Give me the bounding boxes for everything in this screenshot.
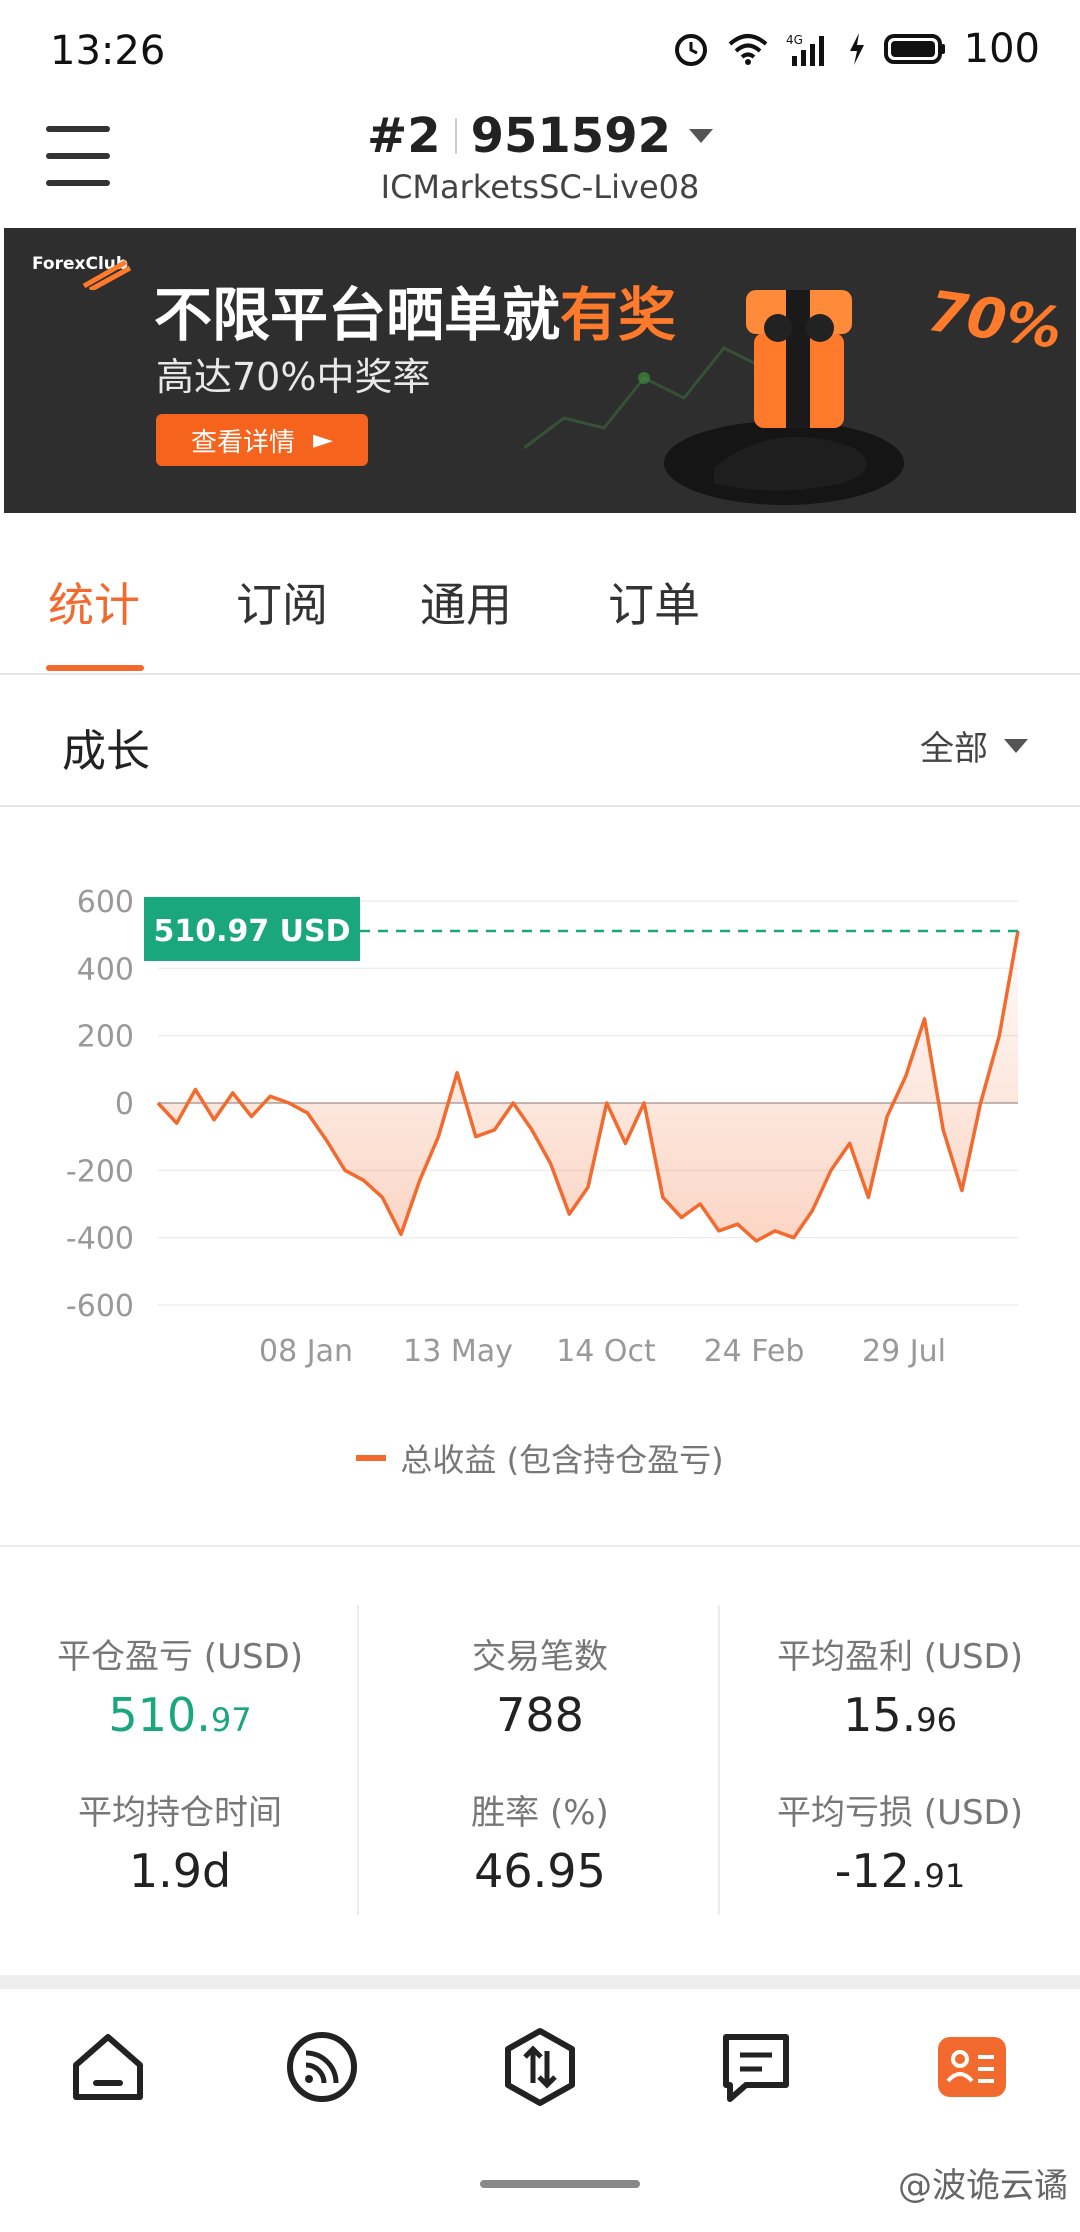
wifi-icon xyxy=(728,34,767,65)
y-tick-label: 600 xyxy=(77,885,134,920)
nav-trade[interactable] xyxy=(500,2027,580,2107)
nav-feed[interactable] xyxy=(282,2027,362,2107)
value-marker-label: 510.97 USD xyxy=(153,914,350,949)
y-tick-label: 0 xyxy=(115,1087,134,1122)
y-tick-label: -200 xyxy=(66,1154,134,1189)
growth-chart: 600 400 200 0 -200 -400 -600 08 Jan 13 May 14 Oct… xyxy=(0,805,1080,1547)
stat-avg-profit: 平均盈利 (USD) 15.96 xyxy=(735,1629,1065,1742)
play-arrow-icon: ► xyxy=(313,425,333,455)
stat-value: 788 xyxy=(496,1688,584,1742)
signal-icon: 4G xyxy=(786,33,824,66)
chart-legend: 总收益 (包含持仓盈亏) xyxy=(0,1435,1080,1481)
promo-banner[interactable]: ForexClub 不限平台晒单就有奖 高达70%中奖率 查看详情 ► 70% xyxy=(4,228,1076,513)
stat-value: 1.9d xyxy=(128,1844,232,1898)
status-icons: 4G 100 xyxy=(672,26,1040,72)
x-tick-label: 08 Jan xyxy=(259,1334,353,1369)
message-icon xyxy=(723,2034,789,2102)
stats-grid: 平仓盈亏 (USD) 510.97 交易笔数 788 平均盈利 (USD) 15… xyxy=(0,1547,1080,1975)
stat-win-rate: 胜率 (%) 46.95 xyxy=(375,1785,705,1898)
trade-icon xyxy=(505,2028,575,2106)
top-bar: #2 951592 ICMarketsSC-Live08 xyxy=(0,100,1080,228)
chart-plot: 600 400 200 0 -200 -400 -600 08 Jan 13 May 14 Oct… xyxy=(66,885,1020,1369)
battery-icon xyxy=(883,34,945,64)
divider xyxy=(0,1975,1080,1989)
y-tick-label: 400 xyxy=(77,952,134,987)
nav-profile[interactable] xyxy=(932,2027,1012,2107)
growth-header: 成长 全部 xyxy=(0,675,1080,807)
status-bar: 13:26 4G 100 xyxy=(0,0,1080,100)
tab-subscribe[interactable]: 订阅 xyxy=(236,569,328,635)
profile-card-icon xyxy=(938,2037,1006,2097)
y-tick-label: -400 xyxy=(66,1222,134,1257)
charging-icon xyxy=(849,33,864,65)
series-area xyxy=(158,931,1018,1241)
x-tick-label: 24 Feb xyxy=(704,1334,805,1369)
banner-headline: 不限平台晒单就有奖 xyxy=(154,281,677,349)
banner-subline: 高达70%中奖率 xyxy=(156,355,431,399)
stat-avg-hold-time: 平均持仓时间 1.9d xyxy=(15,1785,345,1898)
brand-mark-icon xyxy=(82,259,132,290)
account-id: 951592 xyxy=(470,108,671,164)
legend-swatch xyxy=(356,1455,387,1461)
stat-value: -12.91 xyxy=(834,1844,966,1898)
account-switcher[interactable]: #2 951592 ICMarketsSC-Live08 xyxy=(0,108,1080,206)
stat-closed-pl: 平仓盈亏 (USD) 510.97 xyxy=(15,1629,345,1742)
tab-general[interactable]: 通用 xyxy=(420,569,512,635)
home-indicator[interactable] xyxy=(480,2180,640,2188)
series-line xyxy=(156,930,1020,1243)
battery-level: 100 xyxy=(963,26,1040,72)
tab-indicator xyxy=(46,665,144,671)
caret-down-icon xyxy=(689,129,713,143)
y-tick-label: -600 xyxy=(66,1289,134,1324)
divider xyxy=(454,118,457,154)
x-tick-label: 29 Jul xyxy=(862,1334,946,1369)
x-tick-label: 13 May xyxy=(403,1334,513,1369)
tab-bar: 统计 订阅 通用 订单 xyxy=(0,513,1080,675)
details-button[interactable]: 查看详情 ► xyxy=(156,414,368,466)
divider xyxy=(357,1605,359,1915)
y-tick-label: 200 xyxy=(77,1020,134,1055)
server-name: ICMarketsSC-Live08 xyxy=(380,168,700,206)
stat-value: 510.97 xyxy=(108,1688,252,1742)
stat-value: 15.96 xyxy=(843,1688,957,1742)
feed-icon xyxy=(287,2032,357,2102)
legend-label: 总收益 (包含持仓盈亏) xyxy=(400,1441,724,1479)
bottom-nav xyxy=(0,1989,1080,2139)
period-filter[interactable]: 全部 xyxy=(920,721,1028,770)
status-time: 13:26 xyxy=(50,28,166,74)
divider xyxy=(718,1605,720,1915)
account-number: #2 xyxy=(366,108,441,164)
tab-stats[interactable]: 统计 xyxy=(48,569,140,635)
caret-down-icon xyxy=(1004,738,1028,753)
stat-value: 46.95 xyxy=(474,1844,606,1898)
svg-text:4G: 4G xyxy=(786,33,803,47)
stat-trade-count: 交易笔数 788 xyxy=(375,1629,705,1742)
home-icon xyxy=(73,2034,143,2100)
alarm-icon xyxy=(674,34,707,66)
nav-home[interactable] xyxy=(68,2027,148,2107)
section-title: 成长 xyxy=(62,726,150,777)
watermark: @波诡云谲 xyxy=(898,2166,1068,2206)
tab-orders[interactable]: 订单 xyxy=(608,569,700,635)
nav-messages[interactable] xyxy=(716,2027,796,2107)
x-tick-label: 14 Oct xyxy=(556,1334,656,1369)
stat-avg-loss: 平均亏损 (USD) -12.91 xyxy=(735,1785,1065,1898)
